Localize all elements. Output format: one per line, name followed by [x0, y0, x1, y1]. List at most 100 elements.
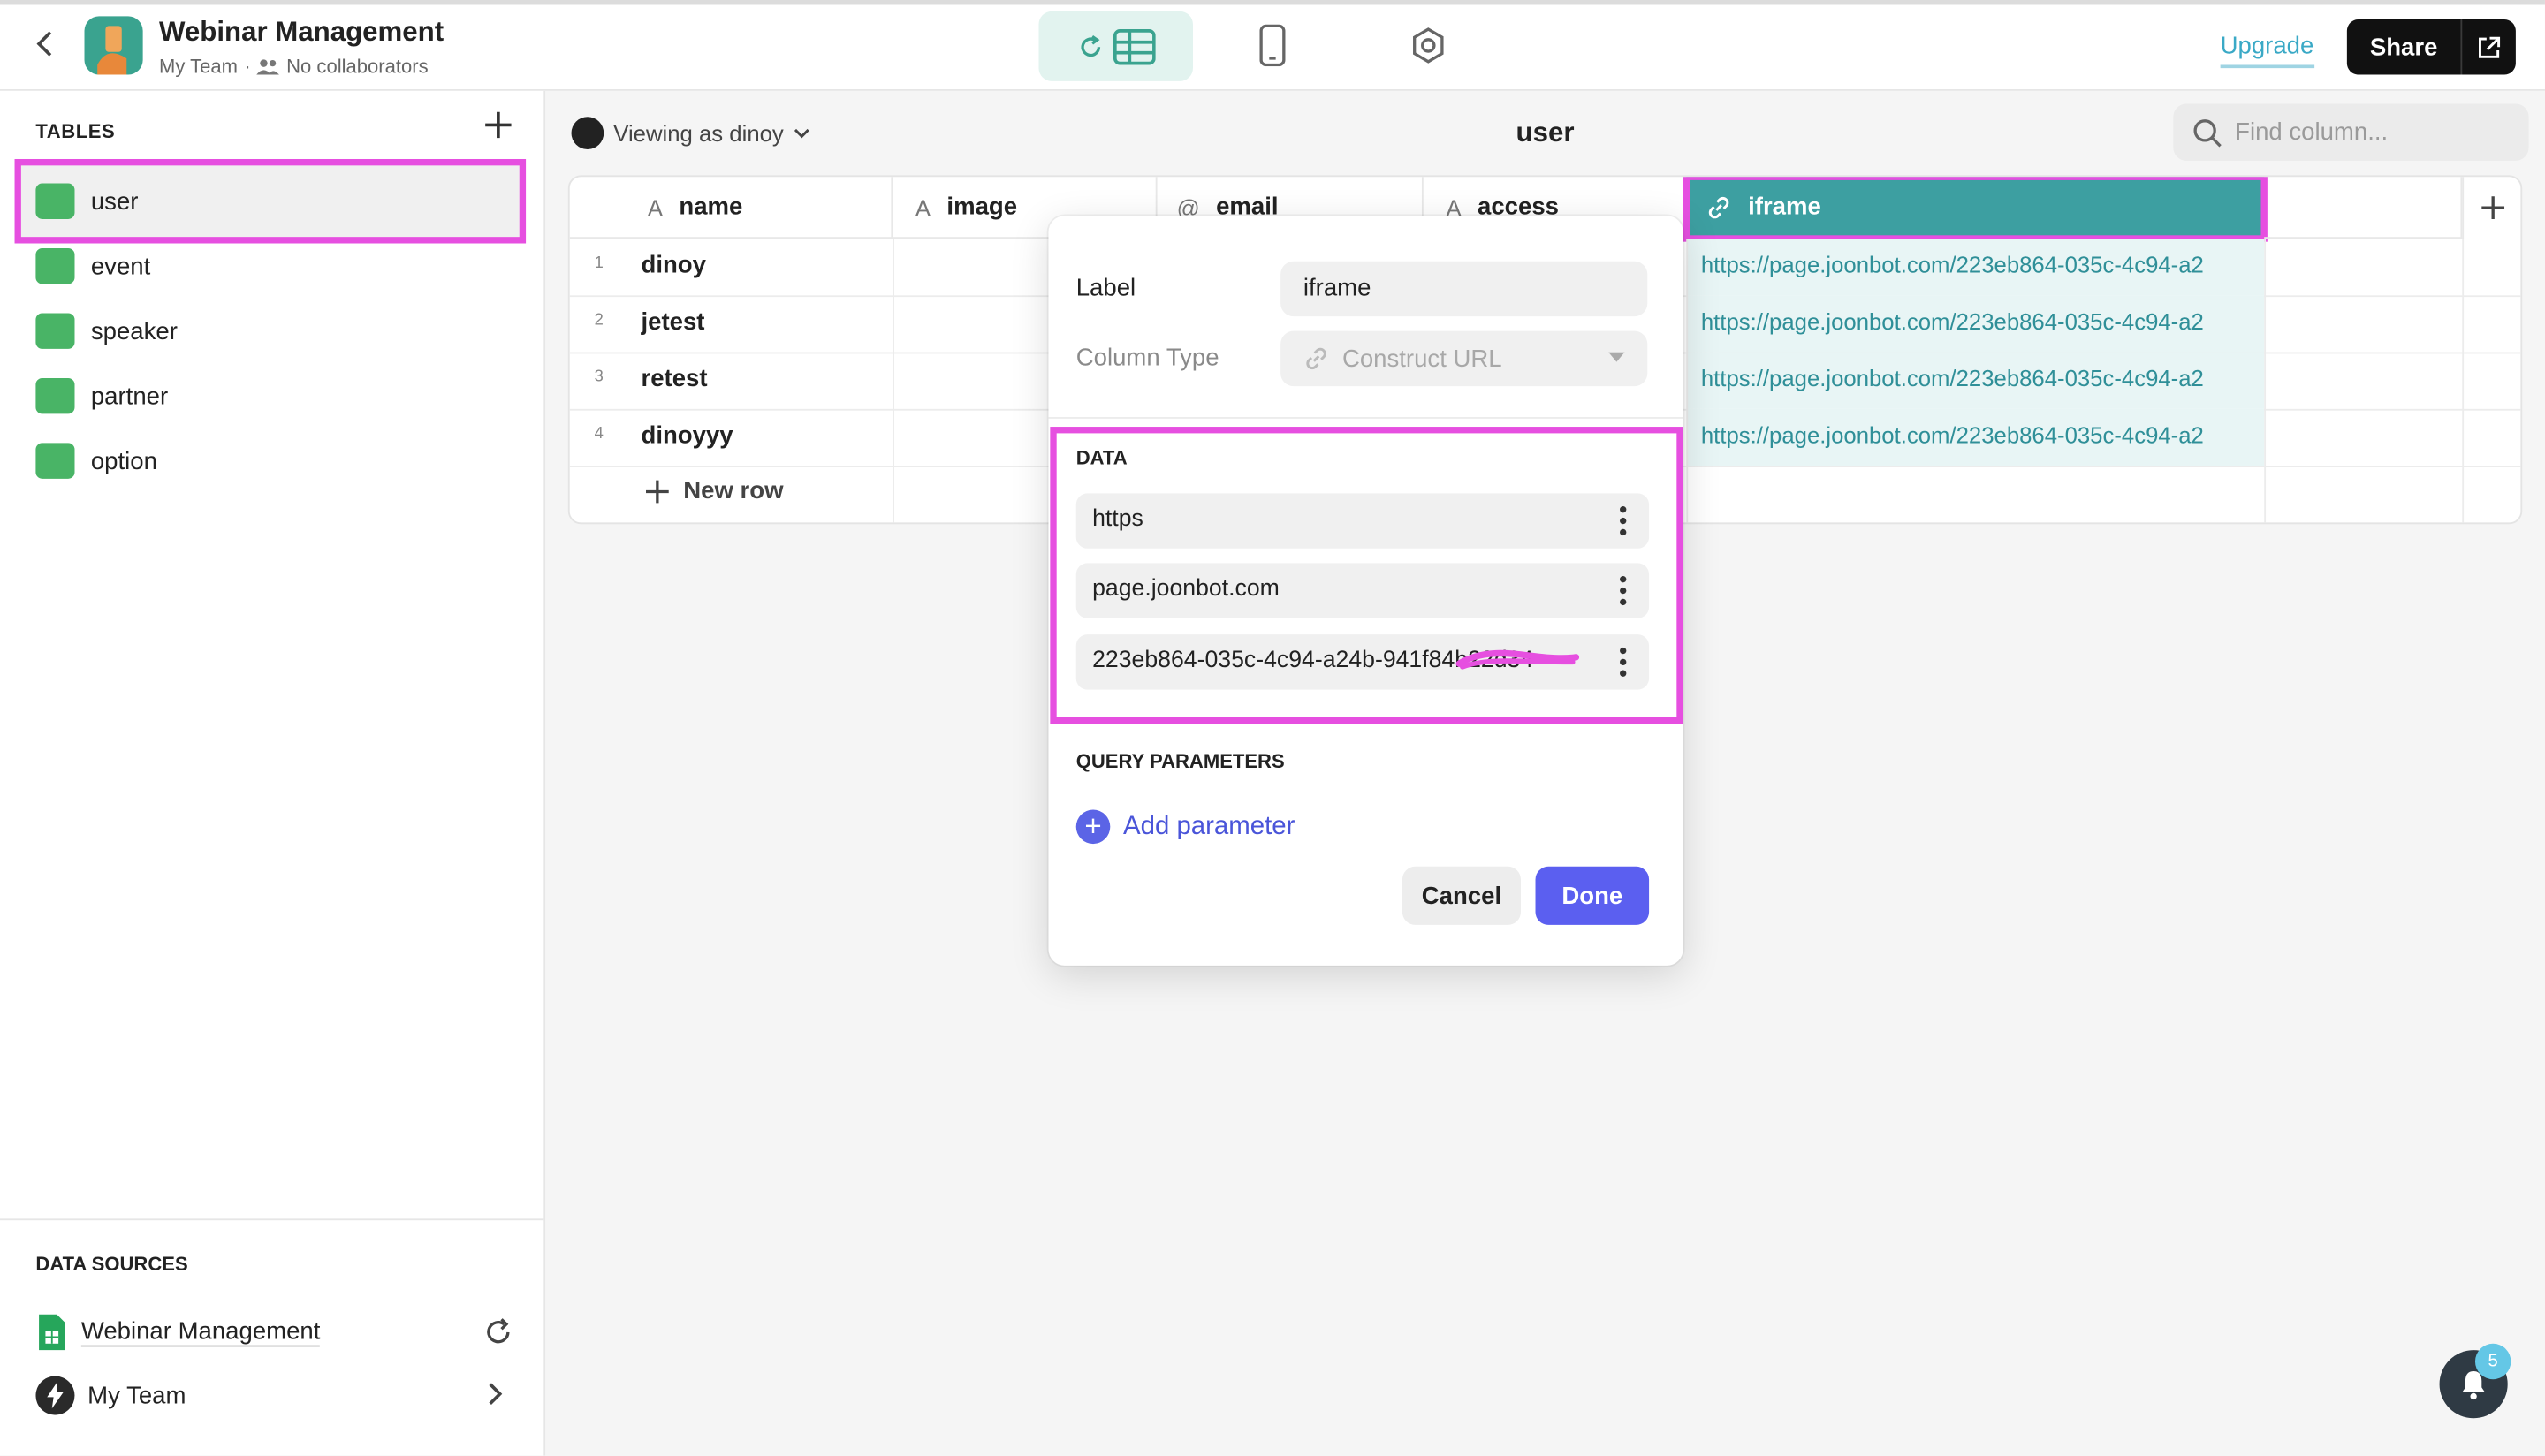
people-icon [257, 58, 280, 74]
sync-button[interactable] [483, 1317, 513, 1354]
column-label: name [679, 193, 743, 221]
cell-iframe[interactable]: https://page.joonbot.com/223eb864-035c-4… [1686, 352, 2265, 409]
cell-iframe[interactable]: https://page.joonbot.com/223eb864-035c-4… [1686, 238, 2265, 296]
url-part-path[interactable]: 223eb864-035c-4c94-a24b-941f84b22d34 [1075, 634, 1650, 690]
sidebar-item-speaker[interactable]: speaker [19, 299, 522, 363]
share-button[interactable]: Share [2347, 34, 2461, 61]
team-name: My Team [158, 55, 239, 79]
sidebar-item-label: user [90, 187, 139, 216]
chevron-right-icon [489, 1383, 503, 1406]
table-grid-icon [1113, 28, 1155, 64]
url-part-scheme[interactable]: https [1075, 493, 1650, 549]
data-source-label: Webinar Management [80, 1317, 321, 1347]
row-number: 2 [594, 311, 604, 330]
notification-count-badge: 5 [2474, 1343, 2511, 1380]
column-type-label: Column Type [1075, 344, 1219, 372]
data-sources-heading: DATA SOURCES [35, 1252, 188, 1276]
sidebar-item-option[interactable]: option [19, 428, 522, 493]
caret-down-icon [1608, 352, 1625, 362]
chevron-down-icon [794, 127, 809, 138]
column-label: iframe [1748, 193, 1821, 221]
column-editor-popover: Label iframe Column Type Construct URL D… [1048, 216, 1683, 966]
sidebar-item-label: speaker [90, 317, 178, 345]
more-vertical-icon[interactable] [1620, 647, 1627, 677]
sidebar-item-event[interactable]: event [19, 233, 522, 298]
sheet-table-icon [35, 183, 75, 219]
sidebar-item-partner[interactable]: partner [19, 363, 522, 428]
viewing-as-label: Viewing as dinoy [613, 119, 784, 147]
row-number: 3 [594, 368, 604, 387]
team-source[interactable]: My Team [35, 1373, 186, 1418]
sidebar-item-user[interactable]: user [14, 158, 527, 244]
column-header-empty [2264, 177, 2463, 239]
find-column-placeholder: Find column... [2235, 118, 2389, 147]
app-title: Webinar Management [158, 16, 444, 48]
column-type-value: Construct URL [1341, 345, 1502, 373]
open-external-button[interactable] [2462, 34, 2516, 59]
sheet-table-icon [35, 248, 75, 284]
new-row-label: New row [683, 476, 784, 505]
row-number: 1 [594, 254, 604, 273]
external-link-icon [2479, 35, 2501, 57]
url-part-value: https [1092, 506, 1143, 533]
cell-name[interactable]: dinoyyy [641, 422, 733, 450]
search-icon [2193, 118, 2222, 147]
query-parameters-heading: QUERY PARAMETERS [1075, 749, 1285, 773]
gear-icon [1413, 27, 1444, 64]
upgrade-link[interactable]: Upgrade [2220, 33, 2314, 69]
settings-tab[interactable] [1402, 19, 1455, 72]
add-parameter-button[interactable]: + Add parameter [1075, 809, 1295, 845]
column-type-select: Construct URL [1280, 330, 1648, 387]
sheet-table-icon [35, 443, 75, 479]
text-type-icon: A [647, 193, 664, 220]
link-icon [1708, 196, 1729, 218]
avatar [571, 117, 604, 149]
label-input[interactable]: iframe [1280, 261, 1648, 317]
column-header-name[interactable]: A name [569, 177, 893, 239]
back-button[interactable] [26, 26, 61, 61]
collaborators-label: No collaborators [286, 55, 429, 79]
data-editor-tab[interactable] [1038, 11, 1193, 81]
row-number: 4 [594, 425, 604, 444]
cancel-button[interactable]: Cancel [1402, 866, 1521, 925]
google-sheets-icon [39, 1314, 65, 1351]
sidebar-item-label: partner [90, 382, 169, 410]
share-button-group: Share [2346, 19, 2516, 75]
app-icon[interactable] [84, 16, 143, 75]
sidebar-item-label: event [90, 252, 151, 280]
refresh-icon [1080, 34, 1100, 57]
more-vertical-icon[interactable] [1620, 576, 1627, 606]
column-header-iframe[interactable]: iframe [1683, 177, 2268, 242]
data-heading: DATA [1075, 446, 1128, 469]
table-title: user [1516, 117, 1575, 148]
link-icon [1306, 347, 1326, 370]
add-parameter-label: Add parameter [1122, 812, 1295, 840]
chevron-left-icon [36, 31, 52, 57]
redaction-scribble [1455, 649, 1580, 670]
phone-icon [1259, 24, 1286, 67]
more-vertical-icon[interactable] [1620, 506, 1627, 536]
plus-icon [2481, 196, 2505, 219]
glide-team-icon [35, 1376, 75, 1415]
cell-iframe[interactable]: https://page.joonbot.com/223eb864-035c-4… [1686, 295, 2265, 353]
team-source-label: My Team [87, 1381, 186, 1410]
data-source-sheet[interactable]: Webinar Management [35, 1309, 321, 1354]
column-label: image [946, 193, 1018, 221]
new-row-button[interactable]: New row [644, 476, 784, 505]
done-button[interactable]: Done [1535, 866, 1650, 925]
plus-icon [646, 479, 669, 503]
viewing-as-selector[interactable]: Viewing as dinoy [571, 117, 810, 149]
add-column-button[interactable] [2462, 177, 2520, 239]
team-source-arrow[interactable] [487, 1381, 503, 1415]
url-part-host[interactable]: page.joonbot.com [1075, 563, 1650, 618]
cell-name[interactable]: jetest [641, 308, 704, 336]
layout-tab[interactable] [1247, 19, 1299, 72]
refresh-icon [487, 1318, 510, 1344]
tables-heading: TABLES [35, 119, 116, 143]
add-table-button[interactable] [481, 107, 516, 142]
cell-name[interactable]: dinoy [641, 252, 705, 279]
label-field-label: Label [1075, 274, 1136, 302]
cell-name[interactable]: retest [641, 365, 707, 392]
cell-iframe[interactable]: https://page.joonbot.com/223eb864-035c-4… [1686, 408, 2265, 466]
find-column-input[interactable]: Find column... [2173, 103, 2529, 161]
